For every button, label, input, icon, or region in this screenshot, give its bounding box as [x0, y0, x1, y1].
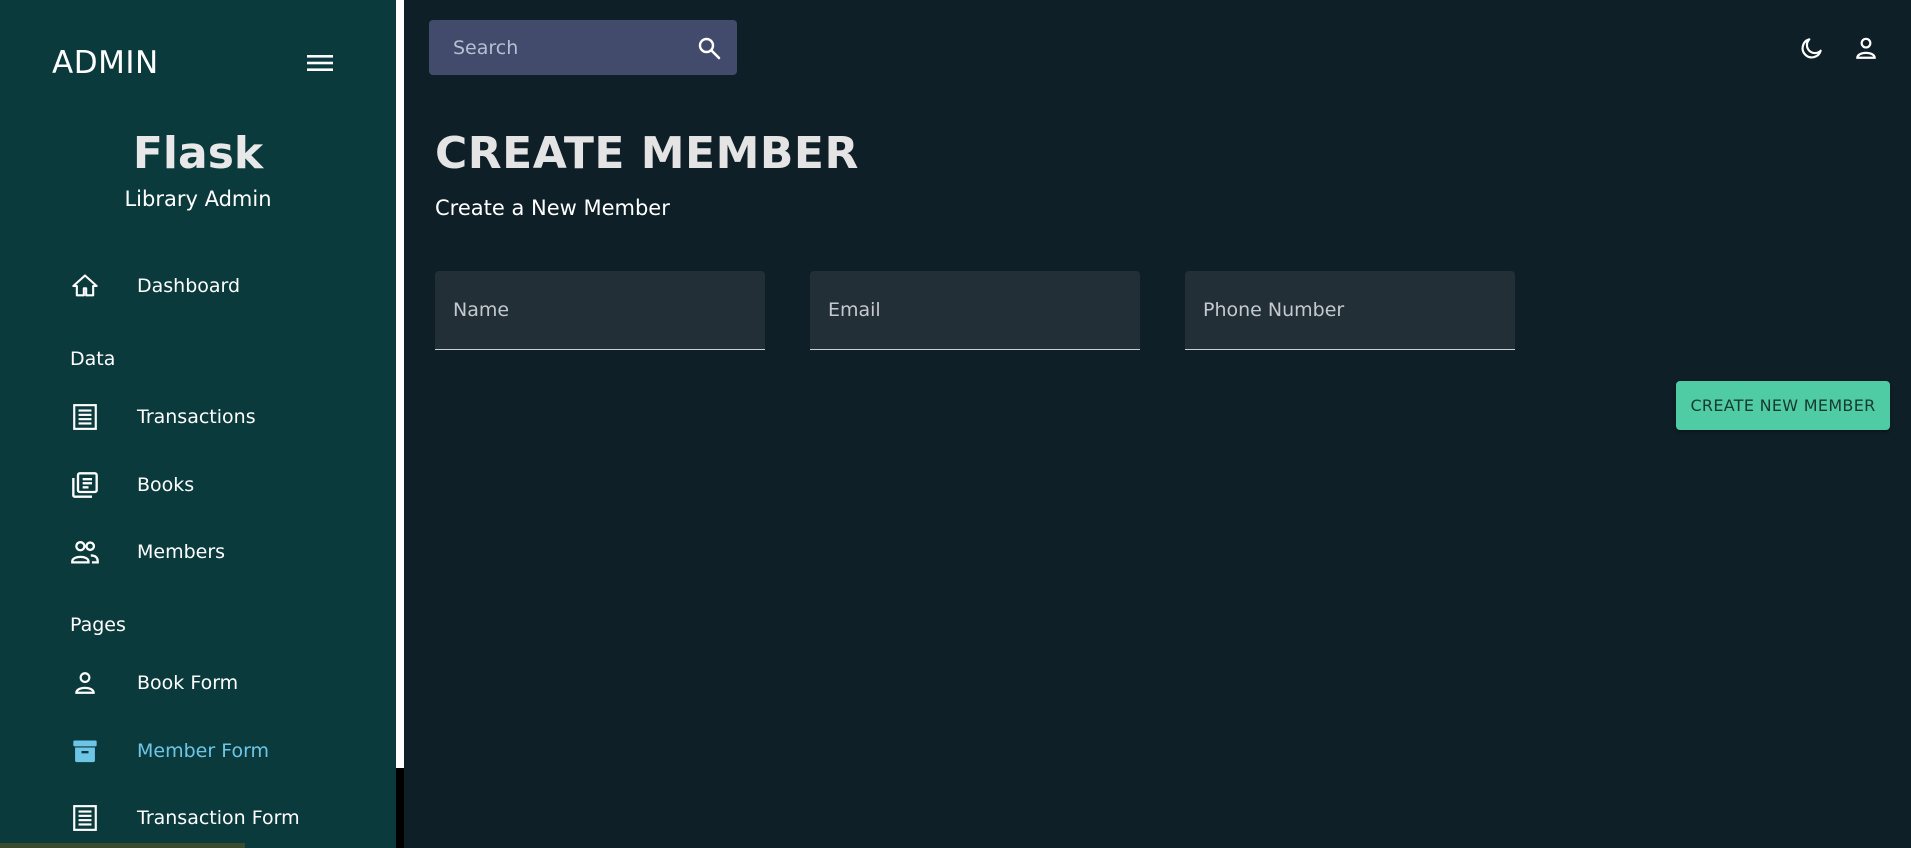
- sidebar-item-label: Transactions: [137, 406, 256, 428]
- email-field: [810, 271, 1140, 350]
- brand-title: ADMIN: [52, 45, 159, 81]
- sidebar-section-pages: Pages: [70, 614, 126, 636]
- page-subtitle: Create a New Member: [435, 196, 670, 220]
- receipt-icon: [70, 803, 100, 833]
- sidebar-item-transactions[interactable]: Transactions: [70, 397, 370, 437]
- sidebar: ADMIN Flask Library Admin Dashboard Data…: [0, 0, 396, 848]
- sidebar-item-label: Transaction Form: [137, 807, 300, 829]
- page-title: CREATE MEMBER: [435, 128, 859, 179]
- sidebar-item-label: Books: [137, 474, 195, 496]
- search-icon[interactable]: [696, 33, 721, 63]
- sidebar-scrollbar[interactable]: [396, 0, 404, 848]
- people-icon: [70, 537, 100, 567]
- sidebar-item-label: Members: [137, 541, 226, 563]
- sidebar-item-label: Book Form: [137, 672, 239, 694]
- sidebar-item-books[interactable]: Books: [70, 465, 370, 505]
- sidebar-item-member-form[interactable]: Member Form: [70, 731, 370, 771]
- dark-mode-icon[interactable]: [1795, 31, 1829, 65]
- name-input[interactable]: [435, 271, 765, 349]
- sidebar-item-members[interactable]: Members: [70, 532, 370, 572]
- sidebar-bottom-strip: [0, 843, 245, 848]
- search-box: [429, 20, 737, 75]
- menu-icon[interactable]: [303, 46, 337, 80]
- person-icon: [70, 668, 100, 698]
- sidebar-item-dashboard[interactable]: Dashboard: [70, 266, 370, 306]
- sidebar-item-label: Member Form: [137, 740, 270, 762]
- sidebar-item-label: Dashboard: [137, 275, 241, 297]
- scrollbar-track-gap: [396, 768, 404, 848]
- phone-input[interactable]: [1185, 271, 1515, 349]
- profile-block: Flask Library Admin: [0, 124, 396, 214]
- phone-field: [1185, 271, 1515, 350]
- app-root: ADMIN Flask Library Admin Dashboard Data…: [0, 0, 1911, 848]
- email-input[interactable]: [810, 271, 1140, 349]
- sidebar-item-book-form[interactable]: Book Form: [70, 663, 370, 703]
- archive-icon: [70, 736, 100, 766]
- name-field: [435, 271, 765, 350]
- brand-row: ADMIN: [52, 38, 337, 88]
- create-member-button[interactable]: CREATE NEW MEMBER: [1676, 381, 1890, 430]
- sidebar-section-data: Data: [70, 348, 116, 370]
- topbar-actions: [1795, 30, 1883, 66]
- search-input[interactable]: [453, 36, 696, 59]
- person-icon[interactable]: [1849, 31, 1883, 65]
- library-books-icon: [70, 470, 100, 500]
- profile-name: Flask: [132, 128, 264, 179]
- home-icon: [70, 271, 100, 301]
- receipt-icon: [70, 402, 100, 432]
- sidebar-item-transaction-form[interactable]: Transaction Form: [70, 798, 370, 838]
- profile-role: Library Admin: [124, 187, 272, 211]
